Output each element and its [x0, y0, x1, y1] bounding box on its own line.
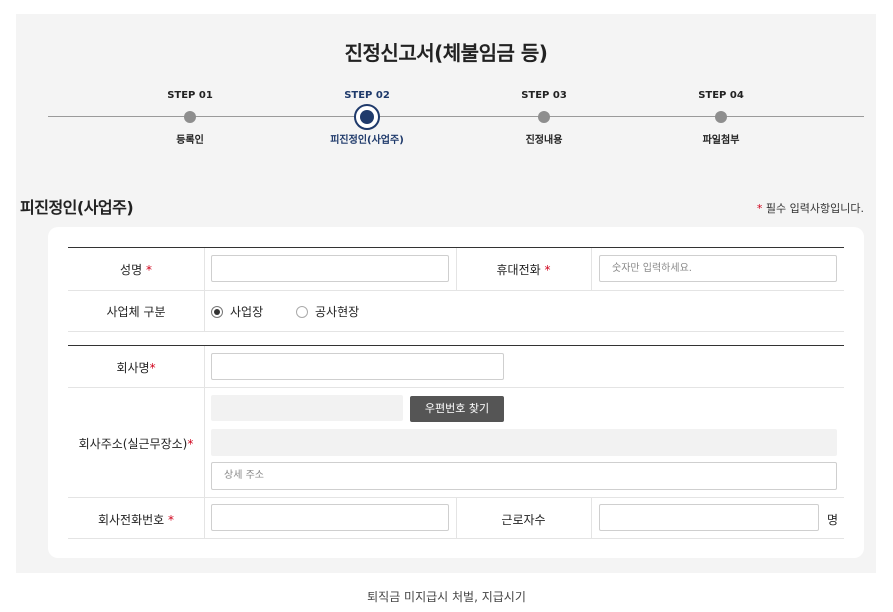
- step-1-dot-icon: [184, 111, 196, 123]
- related-link-caption[interactable]: 퇴직금 미지급시 처벌, 지급시기: [0, 588, 893, 605]
- radio-unchecked-icon: [296, 305, 308, 318]
- employer-form-card: 성명 * 휴대전화 * 숫자만 입력하세요. 사업체 구분 사업장 공사현장 회…: [48, 227, 864, 558]
- company-name-input[interactable]: [211, 353, 504, 380]
- step-2-label: 피진정인(사업주): [330, 135, 404, 146]
- step-4-label: 파일첨부: [702, 135, 740, 146]
- step-1-label: 등록인: [176, 135, 204, 146]
- step-4-dot-icon: [715, 111, 727, 123]
- step-4[interactable]: STEP 04 파일첨부: [651, 89, 791, 146]
- section-title: 피진정인(사업주): [20, 198, 134, 217]
- company-phone-label: 회사전화번호 *: [97, 513, 175, 527]
- step-4-number: STEP 04: [698, 90, 744, 101]
- company-address-label: 회사주소(실근무장소)*: [78, 437, 194, 451]
- company-phone-input[interactable]: [211, 504, 449, 531]
- name-input[interactable]: [211, 255, 449, 282]
- address-detail-input[interactable]: 상세 주소: [211, 462, 837, 490]
- step-3[interactable]: STEP 03 진정내용: [474, 89, 614, 146]
- step-3-dot-icon: [538, 111, 550, 123]
- mobile-label: 휴대전화 *: [496, 263, 551, 277]
- step-3-label: 진정내용: [525, 135, 563, 146]
- address-input: [211, 429, 837, 456]
- zipcode-input: [211, 395, 403, 421]
- radio-construction-site[interactable]: 공사현장: [296, 303, 359, 320]
- step-1[interactable]: STEP 01 등록인: [120, 89, 260, 146]
- form-panel: 진정신고서(체불임금 등) STEP 01 등록인 STEP 02 피진정인(사…: [16, 14, 876, 573]
- workers-count-label: 근로자수: [501, 513, 546, 527]
- step-2-current[interactable]: STEP 02 피진정인(사업주): [297, 89, 437, 146]
- mobile-input[interactable]: 숫자만 입력하세요.: [599, 255, 837, 282]
- required-note-text: 필수 입력사항입니다.: [762, 202, 864, 215]
- step-2-number: STEP 02: [344, 90, 390, 101]
- radio-workplace[interactable]: 사업장: [211, 303, 263, 320]
- biz-type-label: 사업체 구분: [106, 305, 166, 319]
- radio-checked-icon: [211, 305, 223, 318]
- required-note: * 필수 입력사항입니다.: [757, 200, 864, 216]
- page-title: 진정신고서(체불임금 등): [344, 41, 548, 65]
- find-zipcode-button[interactable]: 우편번호 찾기: [410, 396, 504, 422]
- company-name-label: 회사명*: [116, 361, 156, 375]
- radio-workplace-label: 사업장: [230, 305, 264, 319]
- workers-unit: 명: [827, 513, 839, 527]
- step-1-number: STEP 01: [167, 90, 213, 101]
- step-3-number: STEP 03: [521, 90, 567, 101]
- table-section-rule: [68, 345, 844, 346]
- step-2-current-dot-icon: [354, 104, 380, 130]
- workers-count-input[interactable]: [599, 504, 819, 531]
- radio-construction-label: 공사현장: [315, 305, 360, 319]
- name-label: 성명 *: [120, 263, 152, 277]
